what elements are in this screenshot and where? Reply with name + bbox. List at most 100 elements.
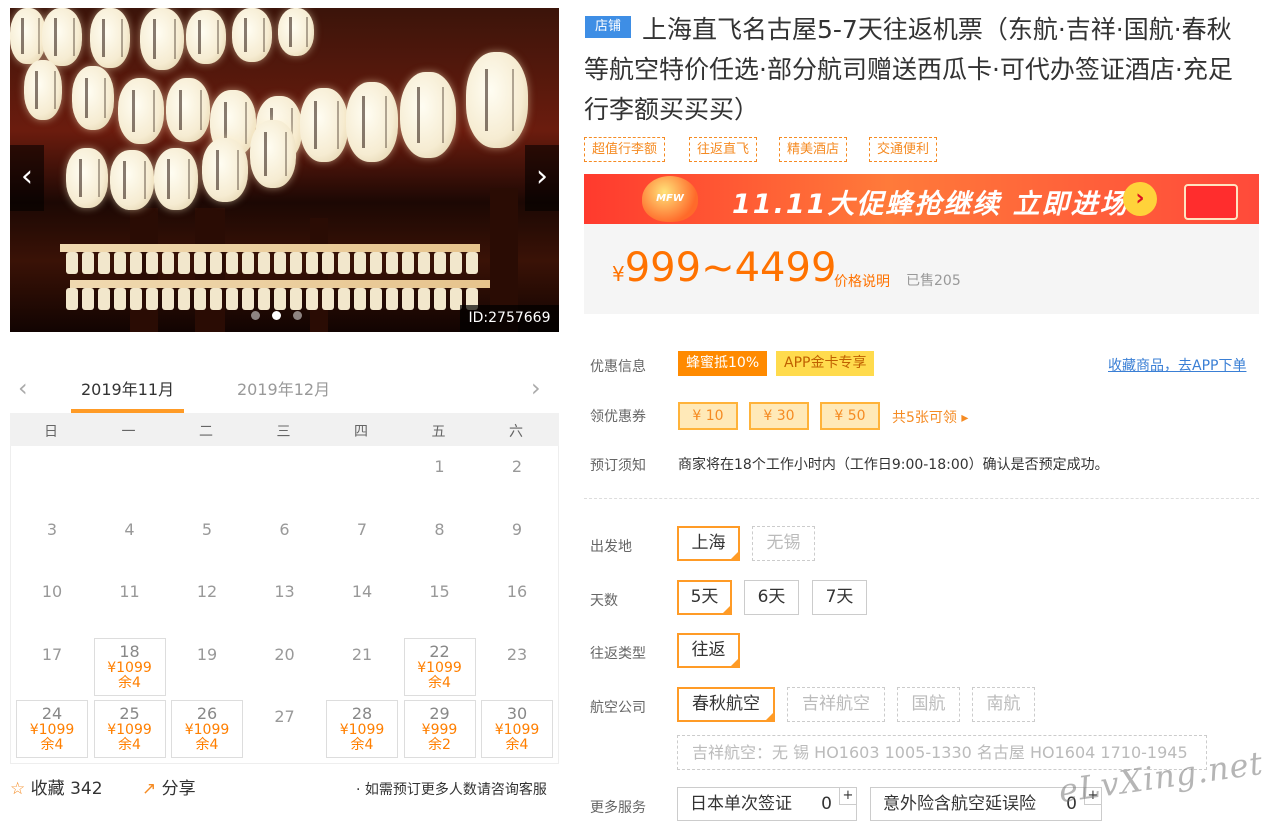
calendar-day: 1	[404, 450, 476, 508]
red-envelope-icon	[1184, 184, 1238, 220]
day-remaining: 余4	[350, 737, 374, 753]
photo-votive	[370, 288, 382, 310]
pager-dot[interactable]	[293, 311, 302, 320]
calendar-day: 20	[249, 638, 321, 696]
day-number: 3	[46, 519, 58, 539]
photo-votive	[322, 252, 334, 274]
option-round-trip[interactable]: 往返	[677, 633, 740, 668]
calendar-day: 10	[16, 575, 88, 633]
day-number: 4	[124, 519, 135, 539]
product-photo[interactable]: ‹ ›	[10, 8, 559, 332]
lantern	[90, 8, 130, 68]
booking-notice: 商家将在18个工作小时内（工作日9:00-18:00）确认是否预定成功。	[678, 457, 1109, 473]
plus-icon[interactable]: +	[839, 787, 857, 805]
calendar-day-available[interactable]: 24 ¥1099 余4	[16, 700, 88, 758]
pager-dot[interactable]	[251, 311, 260, 320]
calendar-day: 5	[171, 513, 243, 571]
day-number: 28	[351, 704, 373, 723]
calendar-day-available[interactable]: 22 ¥1099 余4	[403, 637, 476, 696]
lantern	[186, 10, 226, 64]
option-departure-shanghai[interactable]: 上海	[677, 526, 740, 561]
photo-votive	[66, 252, 78, 274]
calendar-day: 12	[171, 575, 243, 633]
day-number: 20	[274, 644, 295, 664]
group-booking-note: · 如需预订更多人数请咨询客服	[356, 782, 547, 798]
lantern	[166, 78, 210, 142]
calendar-day: 15	[404, 575, 476, 633]
photo-pager[interactable]	[245, 305, 308, 324]
lantern	[10, 8, 46, 64]
photo-votive	[162, 288, 174, 310]
share-button[interactable]: ↗ 分享	[142, 774, 196, 799]
photo-next-button[interactable]: ›	[525, 145, 559, 211]
option-days-5[interactable]: 5天	[677, 580, 732, 615]
option-airline-airchina[interactable]: 国航	[897, 687, 960, 722]
day-remaining: 余4	[40, 737, 64, 753]
promo-text: 11.11大促蜂抢继续 立即进场	[732, 189, 1129, 220]
more-services-label: 更多服务	[590, 800, 646, 816]
photo-votive	[114, 288, 126, 310]
day-number: 19	[196, 644, 218, 664]
day-number: 27	[274, 707, 295, 726]
airline-label: 航空公司	[590, 700, 646, 716]
service-visa-count[interactable]: 0	[821, 788, 832, 820]
photo-votive	[226, 288, 238, 310]
share-label: 分享	[161, 779, 196, 799]
weekday-5: 五	[431, 424, 446, 440]
day-number: 22	[429, 641, 450, 661]
notice-label: 预订须知	[590, 458, 646, 474]
photo-votive	[226, 252, 238, 274]
photo-votive	[338, 252, 350, 274]
photo-shelf	[70, 280, 490, 288]
calendar-day-available[interactable]: 26 ¥1099 余4	[171, 700, 243, 758]
coupon-50[interactable]: ¥ 50	[820, 402, 880, 430]
pager-dot-active[interactable]	[272, 311, 281, 320]
favorite-app-link[interactable]: 收藏商品，去APP下单	[1108, 355, 1246, 375]
calendar-prev-icon[interactable]: ‹	[18, 374, 28, 402]
arrow-right-icon[interactable]: ›	[1123, 182, 1157, 216]
option-departure-wuxi[interactable]: 无锡	[752, 526, 815, 561]
day-number: 17	[41, 644, 63, 664]
discount-label: 优惠信息	[590, 359, 646, 375]
lantern	[66, 148, 108, 208]
coupon-more-link[interactable]: 共5张可领 ▸	[892, 407, 968, 427]
option-airline-juneyao[interactable]: 吉祥航空	[787, 687, 885, 722]
day-remaining: 余4	[118, 737, 141, 753]
price-explain-link[interactable]: 价格说明	[834, 271, 890, 291]
calendar-day-available[interactable]: 25 ¥1099 余4	[93, 700, 166, 758]
calendar-month-nav: ‹ 2019年11月 2019年12月 ›	[10, 368, 559, 412]
lantern	[110, 150, 154, 210]
promo-banner[interactable]: MFW 11.11大促蜂抢继续 立即进场 ›	[584, 174, 1259, 224]
coupon-10[interactable]: ¥ 10	[678, 402, 738, 430]
calendar-day-available[interactable]: 18 ¥1099 余4	[93, 637, 166, 696]
app-gold-badge: APP金卡专享	[776, 351, 875, 376]
photo-votive	[194, 252, 206, 274]
price-value: 999~4499	[624, 245, 837, 291]
coupon-30[interactable]: ¥ 30	[749, 402, 809, 430]
favorite-button[interactable]: ☆ 收藏 342	[10, 774, 103, 799]
day-price: ¥1099	[339, 722, 385, 738]
photo-votive	[386, 288, 398, 310]
day-remaining: 余4	[428, 674, 451, 691]
calendar-day: 7	[326, 513, 398, 571]
calendar-day-available[interactable]: 28 ¥1099 余4	[326, 700, 398, 758]
currency-symbol: ¥	[612, 262, 625, 286]
option-days-7[interactable]: 7天	[812, 580, 867, 615]
days-label: 天数	[590, 593, 618, 609]
photo-votive	[306, 252, 318, 274]
day-price: ¥1099	[107, 659, 152, 676]
tab-month-dec[interactable]: 2019年12月	[237, 376, 330, 400]
day-number: 10	[41, 582, 63, 601]
calendar-next-icon[interactable]: ›	[531, 374, 541, 402]
option-airline-spring[interactable]: 春秋航空	[677, 687, 775, 722]
calendar-day-available[interactable]: 29 ¥999 余2	[403, 700, 476, 758]
tab-month-nov[interactable]: 2019年11月	[81, 376, 174, 400]
photo-prev-button[interactable]: ‹	[10, 145, 44, 211]
day-number: 23	[506, 644, 528, 664]
calendar-day-available[interactable]: 30 ¥1099 余4	[481, 700, 553, 758]
calendar-day: 14	[326, 575, 398, 633]
option-days-6[interactable]: 6天	[744, 580, 799, 615]
photo-votive	[370, 252, 382, 274]
calendar-day: 4	[94, 513, 166, 571]
option-airline-china-southern[interactable]: 南航	[972, 687, 1035, 722]
